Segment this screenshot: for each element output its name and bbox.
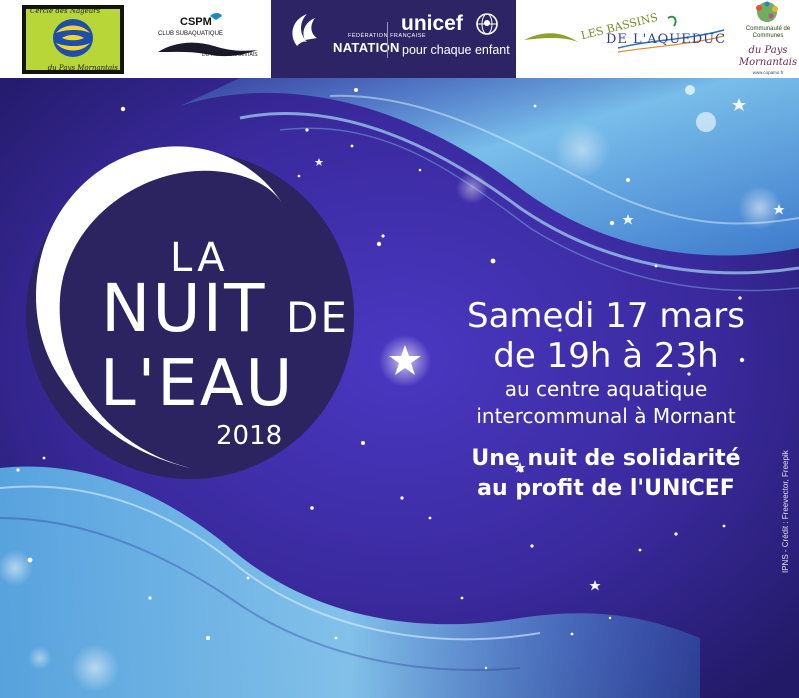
solidarity-line2: au profit de l'UNICEF: [477, 476, 735, 501]
logo-divider: [387, 22, 388, 58]
cnpm-logo: Cercle des Nageurs du Pays Mornantais: [22, 5, 124, 74]
image-credit: IPNS - Crédit : Freevector, Freepik: [781, 450, 790, 573]
cnpm-line1: Cercle des Nageurs: [30, 7, 101, 15]
event-hours: de 19h à 23h: [493, 336, 719, 376]
cspm-logo: CSPM CLUB SUBAQUATIQUE DU PAYS MORNANTAI…: [140, 0, 268, 78]
solidarity-text: Une nuit de solidarité au profit de l'UN…: [420, 444, 792, 504]
event-date: Samedi 17 mars: [466, 296, 745, 336]
title-leau: L'EAU: [100, 347, 295, 421]
title-de: DE: [286, 293, 349, 342]
event-info: Samedi 17 mars de 19h à 23h au centre aq…: [420, 296, 792, 504]
title-nuit: NUIT: [101, 270, 267, 347]
event-poster: Cercle des Nageurs du Pays Mornantais CS…: [0, 0, 799, 698]
cspm-name: CSPM: [180, 16, 212, 28]
copamo-logo: Communauté de Communes du Pays Mornantai…: [735, 0, 799, 78]
copamo-line2: du Pays: [748, 45, 788, 56]
event-place-line1: au centre aquatique: [504, 377, 708, 401]
ffn-natation: NATATION: [333, 40, 400, 55]
partner-logo-strip: Cercle des Nageurs du Pays Mornantais CS…: [0, 0, 799, 78]
event-place-line2: intercommunal à Mornant: [476, 404, 736, 428]
unicef-tagline: pour chaque enfant: [402, 43, 510, 57]
copamo-url: www.copamo.fr: [752, 70, 784, 75]
ffn-unicef-logo: FÉDÉRATION FRANÇAISE NATATION unicef pou…: [271, 0, 516, 78]
unicef-globe-icon: [476, 13, 498, 35]
unicef-name: unicef: [401, 12, 463, 35]
cnpm-line2: du Pays Mornantais: [47, 64, 118, 72]
swimmer-ring-icon: [53, 19, 93, 57]
solidarity-line1: Une nuit de solidarité: [471, 446, 741, 471]
cspm-line1: CLUB SUBAQUATIQUE: [158, 31, 223, 37]
title-year: 2018: [216, 421, 283, 451]
cspm-line2: DU PAYS MORNANTAIS: [202, 52, 258, 58]
copamo-tree-icon: [756, 1, 778, 22]
copamo-line1: Communauté de Communes: [745, 26, 791, 39]
aqueduc-line2: DE L'AQUEDUC: [606, 32, 727, 47]
poster-artwork: LA NUIT DE L'EAU 2018 Samedi 17 mars de …: [0, 78, 799, 698]
aqueduc-logo: LES BASSINS DE L'AQUEDUC: [518, 0, 730, 78]
copamo-line3: Mornantais: [738, 57, 798, 68]
